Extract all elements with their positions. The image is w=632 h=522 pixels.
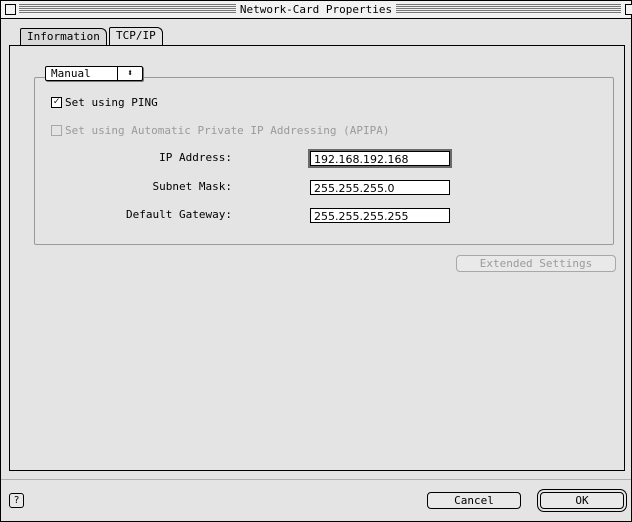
default-gateway-field[interactable]: 255.255.255.255 [310, 208, 450, 223]
ip-address-field[interactable]: 192.168.192.168 [308, 149, 452, 168]
window-title: Network-Card Properties [235, 3, 397, 16]
tab-tcp-ip[interactable]: TCP/IP [109, 27, 163, 45]
cancel-button[interactable]: Cancel [427, 492, 521, 509]
tab-information[interactable]: Information [20, 28, 107, 45]
extended-settings-button[interactable]: Extended Settings [456, 255, 616, 272]
properties-window: Network-Card Properties Information TCP/… [0, 0, 632, 522]
subnet-mask-field[interactable]: 255.255.255.0 [310, 180, 450, 195]
method-popup-value: Manual [51, 67, 91, 80]
ping-label: Set using PING [65, 96, 158, 109]
zoom-box[interactable] [625, 4, 632, 15]
subnet-mask-label: Subnet Mask: [152, 180, 232, 193]
ok-button[interactable]: OK [540, 492, 624, 509]
title-bar[interactable]: Network-Card Properties [1, 1, 632, 19]
ping-checkbox[interactable]: ✓ [51, 97, 62, 108]
question-icon[interactable]: ? [9, 493, 24, 508]
ip-address-label: IP Address: [159, 151, 232, 164]
footer-separator [1, 479, 631, 480]
tcp-ip-panel: Manual ⬍ ✓ Set using PING Set using Auto… [9, 45, 625, 471]
apipa-checkbox[interactable] [51, 125, 62, 136]
default-gateway-label: Default Gateway: [126, 208, 232, 221]
up-down-arrows-icon: ⬍ [117, 67, 142, 80]
method-popup[interactable]: Manual ⬍ [45, 66, 143, 81]
apipa-label: Set using Automatic Private IP Addressin… [65, 124, 390, 137]
